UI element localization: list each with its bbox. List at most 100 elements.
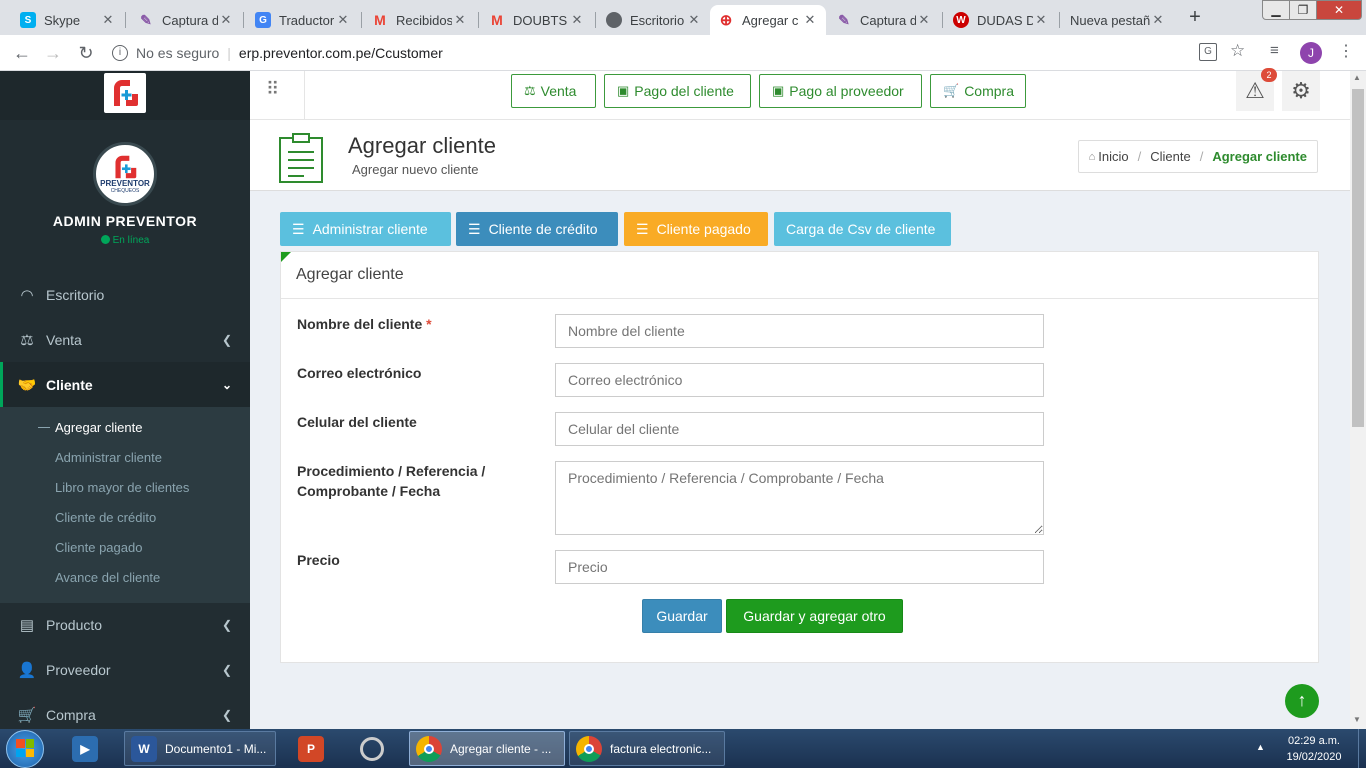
submenu-agregar-cliente[interactable]: Agregar cliente [55,420,142,435]
quick-compra-button[interactable]: 🛒 Compra [930,74,1026,108]
browser-tab[interactable]: Nueva pestañ ✕ [1062,5,1174,35]
money-icon: ▣ [617,83,630,98]
close-icon[interactable]: ✕ [218,12,234,28]
profile-avatar[interactable]: J [1300,42,1322,64]
main-content: Agregar cliente Agregar nuevo cliente ⌂ … [250,120,1350,729]
close-icon[interactable]: ✕ [452,12,468,28]
user-avatar: PREVENTOR CHEQUEOS [93,142,157,206]
media-player-pin[interactable]: ▶ [66,731,108,766]
browser-tab[interactable]: ✎ Captura d ✕ [828,5,940,35]
scroll-up-icon[interactable]: ▲ [1353,73,1361,82]
translate-icon[interactable]: G [1199,43,1217,61]
settings-gear-icon[interactable]: ⚙ [1282,71,1320,111]
browser-tab[interactable]: Escritorio ✕ [598,5,710,35]
administrar-cliente-button[interactable]: ☰ Administrar cliente [280,212,451,246]
submenu-cliente-pagado[interactable]: Cliente pagado [55,540,142,555]
scroll-down-icon[interactable]: ▼ [1353,715,1361,724]
page-scrollbar[interactable]: ▲ ▼ [1350,71,1366,729]
page-title: Agregar cliente [348,133,496,158]
gmail-icon: M [374,12,386,28]
sidebar-item-compra[interactable]: 🛒 Compra ❮ [0,692,250,729]
back-icon[interactable]: ← [10,41,34,65]
media-icon[interactable]: ≡ [1270,42,1279,59]
close-icon[interactable]: ✕ [916,12,932,28]
sidebar-item-venta[interactable]: ⚖ Venta ❮ [0,317,250,362]
browser-tab[interactable]: G Traductor ✕ [247,5,359,35]
browser-tab[interactable]: M DOUBTS I ✕ [481,5,593,35]
browser-tab-bar: S Skype ✕ ✎ Captura d ✕ G Traductor ✕ M Recibid… [0,0,1366,35]
form-panel: Agregar cliente Nombre del cliente * Cor… [280,251,1319,663]
chevron-left-icon: ❮ [221,662,232,677]
google-translate-icon: G [255,12,271,28]
forward-icon[interactable]: → [41,41,65,65]
sidebar-item-escritorio[interactable]: ◠ Escritorio [0,272,250,317]
nombre-cliente-input[interactable] [555,314,1044,348]
breadcrumb-current: Agregar cliente [1212,149,1307,164]
scroll-top-button[interactable]: ↑ [1285,684,1319,718]
powerpoint-icon: P [298,735,324,762]
address-bar[interactable]: i No es seguro | erp.preventor.com.pe/Cc… [108,39,1258,67]
apps-grid-icon[interactable]: ⠿ [266,79,288,101]
show-desktop-button[interactable] [1358,729,1366,768]
reload-icon[interactable]: ↻ [74,41,98,65]
more-icon[interactable]: ⋮ [1338,41,1354,61]
cliente-credito-button[interactable]: ☰ Cliente de crédito [456,212,618,246]
clock[interactable]: 02:29 a.m. 19/02/2020 [1274,733,1354,765]
close-icon[interactable]: ✕ [1033,12,1049,28]
close-icon[interactable]: ✕ [802,12,818,28]
close-icon[interactable]: ✕ [335,12,351,28]
carga-csv-button[interactable]: Carga de Csv de cliente [774,212,951,246]
browser-tab[interactable]: M Recibidos ✕ [364,5,476,35]
browser-tab[interactable]: ✎ Captura d ✕ [130,5,242,35]
cliente-submenu: Agregar cliente Administrar cliente Libr… [0,407,250,603]
save-button[interactable]: Guardar [642,599,722,633]
procedimiento-textarea[interactable] [555,461,1044,535]
sidebar-logo-bar [0,71,250,120]
submenu-cliente-credito[interactable]: Cliente de crédito [55,510,156,525]
powerpoint-pin[interactable]: P [292,731,334,766]
scroll-thumb[interactable] [1352,89,1364,427]
sidebar-item-producto[interactable]: ▤ Producto ❮ [0,602,250,647]
close-icon[interactable]: ✕ [686,12,702,28]
field-label-nombre: Nombre del cliente * [297,316,432,332]
correo-input[interactable] [555,363,1044,397]
cart-icon: 🛒 [943,83,960,98]
chrome-icon [576,735,602,762]
sidebar-item-cliente[interactable]: 🤝 Cliente ⌄ [0,362,250,407]
maximize-button[interactable]: ❐ [1289,0,1317,20]
app-pin[interactable] [354,731,396,766]
panel-corner [281,252,291,262]
taskbar-chrome[interactable]: factura electronic... [569,731,725,766]
browser-tab-active[interactable]: ⊕ Agregar c ✕ [710,5,826,35]
info-icon[interactable]: i [112,45,128,61]
quick-venta-button[interactable]: ⚖ Venta [511,74,596,108]
submenu-libro-mayor[interactable]: Libro mayor de clientes [55,480,189,495]
celular-input[interactable] [555,412,1044,446]
close-icon[interactable]: ✕ [100,12,116,28]
submenu-avance-cliente[interactable]: Avance del cliente [55,570,160,585]
taskbar-chrome-active[interactable]: Agregar cliente - ... [409,731,565,766]
taskbar-word[interactable]: W Documento1 - Mi... [124,731,276,766]
browser-tab[interactable]: S Skype ✕ [12,5,124,35]
submenu-administrar-cliente[interactable]: Administrar cliente [55,450,162,465]
quick-pago-cliente-button[interactable]: ▣ Pago del cliente [604,74,751,108]
quick-pago-proveedor-button[interactable]: ▣ Pago al proveedor [759,74,922,108]
field-label-procedimiento: Procedimiento / Referencia / Comprobante… [297,463,486,499]
dashboard-icon: ◠ [20,286,34,304]
chrome-icon [416,735,442,762]
breadcrumb-cliente[interactable]: Cliente [1150,149,1190,164]
minimize-button[interactable]: ▁ [1262,0,1290,20]
save-and-add-button[interactable]: Guardar y agregar otro [726,599,903,633]
app-logo[interactable] [104,73,146,113]
breadcrumb-inicio[interactable]: Inicio [1098,149,1128,164]
star-icon[interactable]: ☆ [1230,41,1245,61]
new-tab-button[interactable]: + [1183,6,1207,30]
precio-input[interactable] [555,550,1044,584]
tray-arrow-icon[interactable]: ▲ [1256,742,1265,752]
close-window-button[interactable]: ✕ [1316,0,1362,20]
close-icon[interactable]: ✕ [1150,12,1166,28]
cliente-pagado-button[interactable]: ☰ Cliente pagado [624,212,768,246]
browser-tab[interactable]: W DUDAS D ✕ [945,5,1057,35]
sidebar-item-proveedor[interactable]: 👤 Proveedor ❮ [0,647,250,692]
close-icon[interactable]: ✕ [569,12,585,28]
